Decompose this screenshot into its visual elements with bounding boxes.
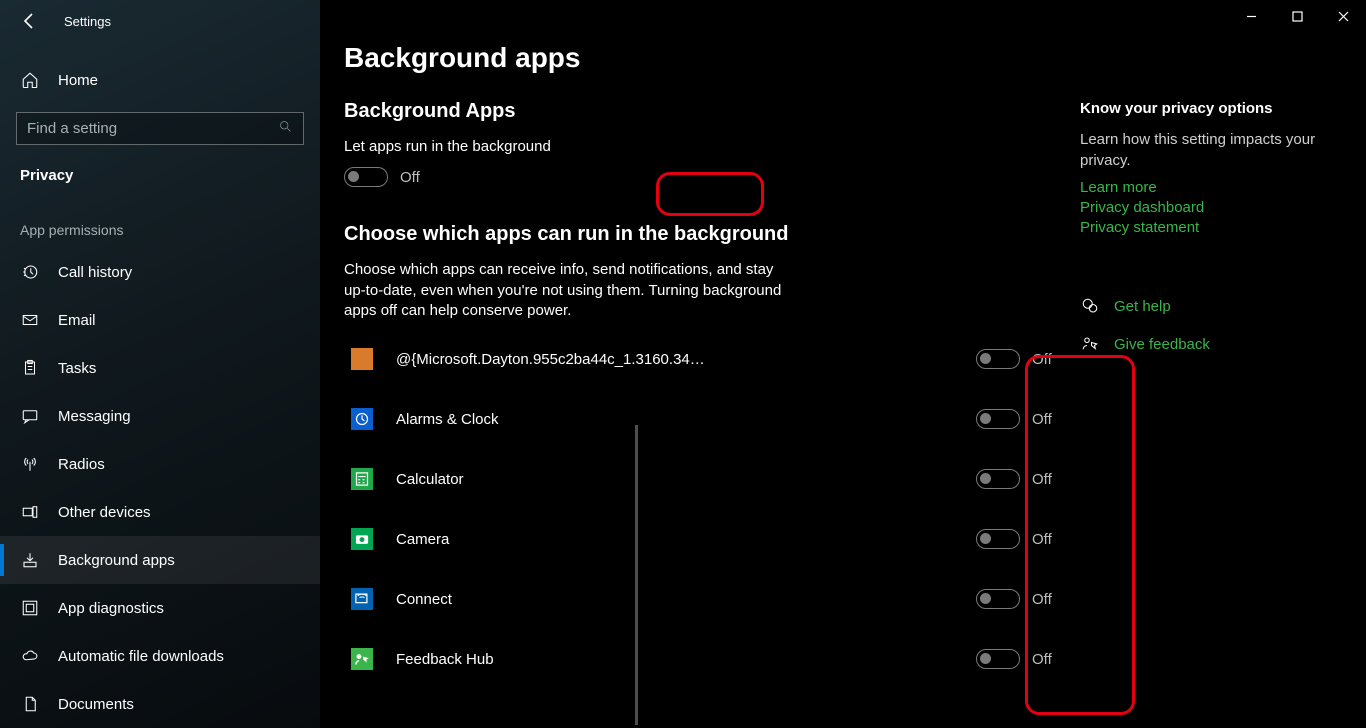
app-name: Connect bbox=[396, 591, 706, 608]
help-icon bbox=[1080, 296, 1100, 316]
home-icon bbox=[20, 70, 40, 90]
app-toggle[interactable] bbox=[976, 349, 1020, 369]
page-title: Background apps bbox=[344, 42, 1080, 74]
aside-heading: Know your privacy options bbox=[1080, 100, 1320, 117]
app-row: CameraOff bbox=[344, 521, 1080, 557]
app-row: @{Microsoft.Dayton.955c2ba44c_1.3160.34.… bbox=[344, 341, 1080, 377]
main: Background apps Background Apps Let apps… bbox=[320, 0, 1366, 728]
app-row: Alarms & ClockOff bbox=[344, 401, 1080, 437]
document-icon bbox=[20, 694, 40, 714]
sidebar-item-background-apps[interactable]: Background apps bbox=[0, 536, 320, 584]
message-icon bbox=[20, 406, 40, 426]
home-label: Home bbox=[58, 72, 98, 89]
titlebar bbox=[1228, 0, 1366, 32]
highlight-app-toggles bbox=[1025, 355, 1135, 715]
app-toggle[interactable] bbox=[976, 469, 1020, 489]
antenna-icon bbox=[20, 454, 40, 474]
content: Background apps Background Apps Let apps… bbox=[320, 0, 1080, 728]
feedback-icon bbox=[1080, 334, 1100, 354]
history-icon bbox=[20, 262, 40, 282]
cloud-icon bbox=[20, 646, 40, 666]
sidebar-category: Privacy bbox=[0, 145, 320, 190]
window-title: Settings bbox=[64, 14, 111, 29]
sidebar: Settings Home Privacy App permissions Ca… bbox=[0, 0, 320, 728]
aside-link-privacy-dashboard[interactable]: Privacy dashboard bbox=[1080, 199, 1320, 216]
aside-links: Learn more Privacy dashboard Privacy state… bbox=[1080, 179, 1320, 236]
app-row: ConnectOff bbox=[344, 581, 1080, 617]
mail-icon bbox=[20, 310, 40, 330]
back-button[interactable] bbox=[18, 9, 42, 33]
section-choose-apps-desc: Choose which apps can receive info, send… bbox=[344, 260, 794, 321]
sidebar-item-label: App diagnostics bbox=[58, 600, 164, 617]
sidebar-item-label: Background apps bbox=[58, 552, 175, 569]
sidebar-item-documents[interactable]: Documents bbox=[0, 680, 320, 728]
sidebar-item-tasks[interactable]: Tasks bbox=[0, 344, 320, 392]
app-toggle[interactable] bbox=[976, 409, 1020, 429]
master-toggle-state: Off bbox=[400, 169, 420, 186]
sidebar-item-label: Automatic file downloads bbox=[58, 648, 224, 665]
sidebar-item-email[interactable]: Email bbox=[0, 296, 320, 344]
app-icon bbox=[344, 401, 380, 437]
sidebar-item-radios[interactable]: Radios bbox=[0, 440, 320, 488]
maximize-button[interactable] bbox=[1274, 0, 1320, 32]
app-name: Camera bbox=[396, 531, 706, 548]
app-toggle[interactable] bbox=[976, 529, 1020, 549]
sidebar-nav: Call history Email Tasks Messaging Radios Oth… bbox=[0, 248, 320, 728]
app-name: @{Microsoft.Dayton.955c2ba44c_1.3160.34.… bbox=[396, 351, 706, 368]
app-name: Calculator bbox=[396, 471, 706, 488]
app-row: Feedback HubOff bbox=[344, 641, 1080, 677]
app-toggle[interactable] bbox=[976, 589, 1020, 609]
section-background-apps-heading: Background Apps bbox=[344, 100, 1080, 123]
aside-link-learn-more[interactable]: Learn more bbox=[1080, 179, 1320, 196]
sidebar-item-label: Call history bbox=[58, 264, 132, 281]
aside-desc: Learn how this setting impacts your priv… bbox=[1080, 129, 1320, 171]
app-list: @{Microsoft.Dayton.955c2ba44c_1.3160.34.… bbox=[344, 341, 1080, 677]
get-help-link[interactable]: Get help bbox=[1114, 298, 1171, 315]
app-name: Alarms & Clock bbox=[396, 411, 706, 428]
sidebar-item-label: Email bbox=[58, 312, 96, 329]
clipboard-icon bbox=[20, 358, 40, 378]
master-toggle-desc: Let apps run in the background bbox=[344, 137, 794, 157]
section-choose-apps: Choose which apps can run in the backgro… bbox=[344, 223, 1080, 677]
sidebar-item-label: Other devices bbox=[58, 504, 151, 521]
scrollbar[interactable] bbox=[635, 425, 638, 725]
app-icon bbox=[344, 521, 380, 557]
app-icon bbox=[344, 641, 380, 677]
settings-window: Settings Home Privacy App permissions Ca… bbox=[0, 0, 1366, 728]
arrow-down-box-icon bbox=[20, 550, 40, 570]
sidebar-item-other-devices[interactable]: Other devices bbox=[0, 488, 320, 536]
diagnostics-icon bbox=[20, 598, 40, 618]
devices-icon bbox=[20, 502, 40, 522]
sidebar-header: Settings bbox=[0, 0, 320, 42]
app-name: Feedback Hub bbox=[396, 651, 706, 668]
app-row: CalculatorOff bbox=[344, 461, 1080, 497]
app-toggle[interactable] bbox=[976, 649, 1020, 669]
get-help-row: Get help bbox=[1080, 296, 1320, 316]
sidebar-item-label: Radios bbox=[58, 456, 105, 473]
close-button[interactable] bbox=[1320, 0, 1366, 32]
sidebar-item-label: Tasks bbox=[58, 360, 96, 377]
sidebar-item-label: Messaging bbox=[58, 408, 131, 425]
search-box[interactable] bbox=[16, 112, 304, 145]
arrow-left-icon bbox=[18, 9, 42, 33]
section-choose-apps-heading: Choose which apps can run in the backgro… bbox=[344, 223, 1080, 246]
sidebar-item-messaging[interactable]: Messaging bbox=[0, 392, 320, 440]
master-toggle[interactable] bbox=[344, 167, 388, 187]
aside-link-privacy-statement[interactable]: Privacy statement bbox=[1080, 219, 1320, 236]
sidebar-item-call-history[interactable]: Call history bbox=[0, 248, 320, 296]
highlight-master-toggle bbox=[656, 172, 764, 216]
search-input[interactable] bbox=[27, 120, 278, 137]
app-icon bbox=[344, 341, 380, 377]
minimize-button[interactable] bbox=[1228, 0, 1274, 32]
app-icon bbox=[344, 581, 380, 617]
sidebar-item-app-diagnostics[interactable]: App diagnostics bbox=[0, 584, 320, 632]
sidebar-home[interactable]: Home bbox=[0, 58, 320, 102]
sidebar-item-label: Documents bbox=[58, 696, 134, 713]
sidebar-item-automatic-file-downloads[interactable]: Automatic file downloads bbox=[0, 632, 320, 680]
give-feedback-link[interactable]: Give feedback bbox=[1114, 336, 1210, 353]
app-icon bbox=[344, 461, 380, 497]
search-icon bbox=[278, 119, 293, 139]
give-feedback-row: Give feedback bbox=[1080, 334, 1320, 354]
sidebar-group-label: App permissions bbox=[0, 190, 320, 248]
